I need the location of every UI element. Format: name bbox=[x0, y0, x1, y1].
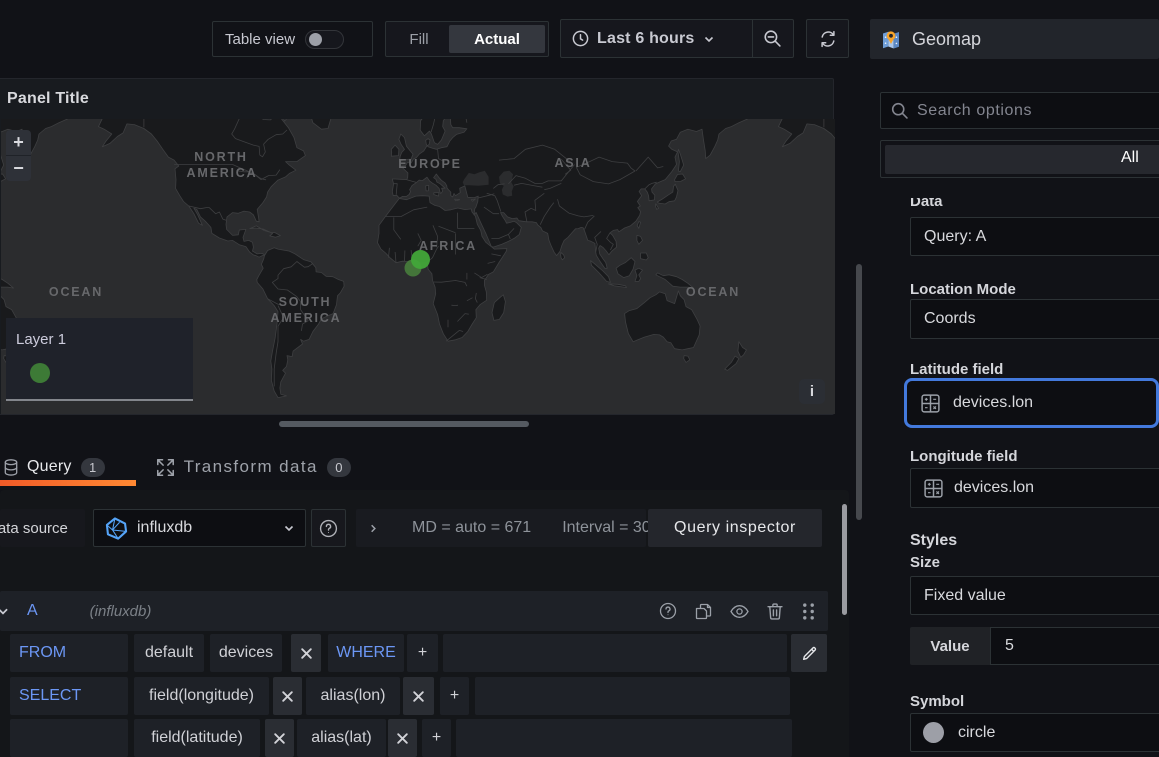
svg-text:ASIA: ASIA bbox=[554, 156, 591, 170]
svg-text:SOUTH: SOUTH bbox=[279, 295, 332, 309]
svg-text:OCEAN: OCEAN bbox=[49, 285, 103, 299]
svg-text:OCEAN: OCEAN bbox=[686, 285, 740, 299]
svg-text:NORTH: NORTH bbox=[194, 150, 247, 164]
svg-text:AFRICA: AFRICA bbox=[419, 239, 477, 253]
svg-text:AMERICA: AMERICA bbox=[271, 311, 342, 325]
svg-text:AMERICA: AMERICA bbox=[187, 166, 258, 180]
svg-text:EUROPE: EUROPE bbox=[398, 157, 462, 171]
